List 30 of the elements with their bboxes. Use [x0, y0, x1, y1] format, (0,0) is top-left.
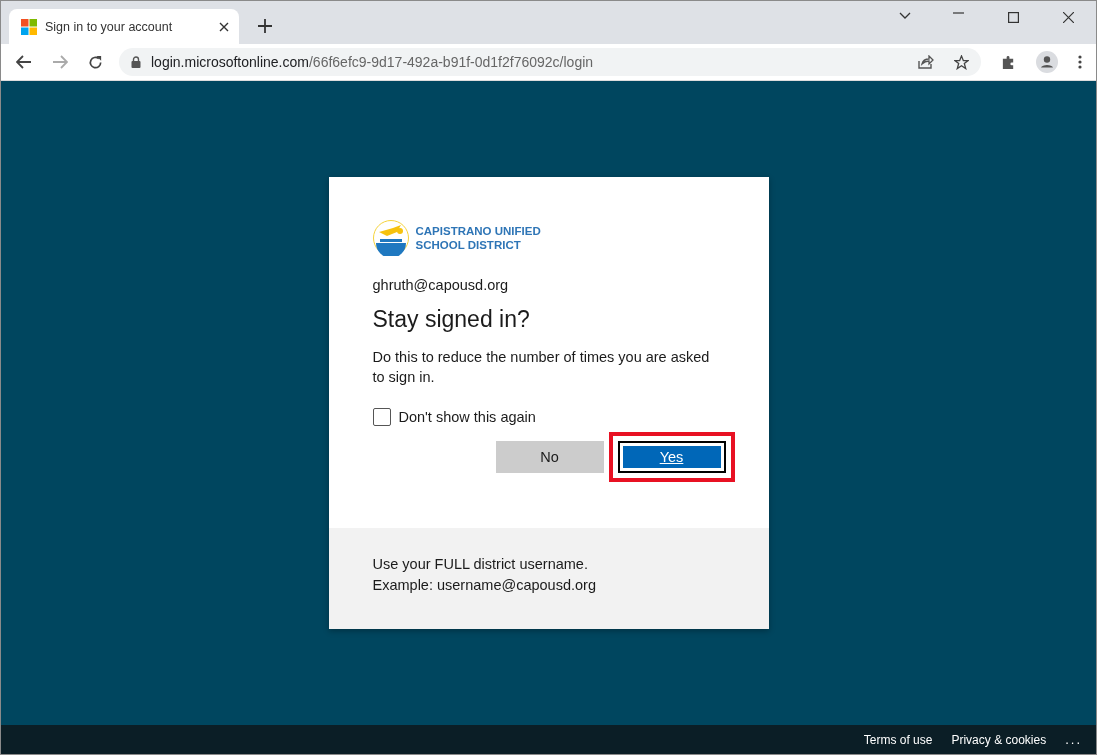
yes-button[interactable]: Yes: [617, 441, 726, 473]
address-bar[interactable]: login.microsoftonline.com/66f6efc9-9d17-492a-b91f-0d1f2f76092c/login: [119, 48, 981, 76]
browser-tab[interactable]: Sign in to your account: [9, 9, 239, 44]
checkbox[interactable]: [372, 408, 391, 426]
account-email: ghruth@capousd.org: [372, 277, 510, 293]
dialog-title: Stay signed in?: [372, 306, 531, 333]
school-district-name: CAPISTRANO UNIFIED SCHOOL DISTRICT: [415, 224, 541, 252]
no-button[interactable]: No: [495, 441, 604, 473]
kebab-menu-icon[interactable]: [1078, 55, 1082, 69]
maximize-icon[interactable]: [1008, 12, 1019, 23]
share-icon[interactable]: [918, 55, 934, 69]
url-text: login.microsoftonline.com/66f6efc9-9d17-492a-b91f-0d1f2f76092c/login: [151, 54, 594, 70]
close-icon[interactable]: [1063, 12, 1074, 23]
lock-icon: [131, 56, 141, 68]
footer-link[interactable]: Privacy & cookies: [951, 732, 1047, 747]
close-tab-icon[interactable]: [219, 21, 229, 32]
windows-logo-icon: [21, 18, 37, 35]
puzzle-piece-icon[interactable]: [1001, 54, 1016, 70]
back-arrow-icon[interactable]: [16, 55, 32, 69]
card-footer-text: Use your FULL district username. Example: username@capousd.org: [328, 528, 769, 629]
star-icon[interactable]: [954, 54, 969, 70]
more-options-button[interactable]: ...: [1065, 732, 1082, 747]
tab-title: Sign in to your account: [45, 19, 174, 34]
footer-link[interactable]: Terms of use: [863, 732, 933, 747]
new-tab-icon[interactable]: [258, 19, 272, 33]
profile-avatar-icon[interactable]: [1036, 51, 1058, 73]
checkbox-label: Don't show this again: [398, 409, 536, 425]
tab-search-chevron-icon[interactable]: [899, 12, 911, 20]
description-text: Do this to reduce the number of times you are asked to sign in.: [372, 348, 711, 387]
reload-icon[interactable]: [88, 54, 103, 70]
